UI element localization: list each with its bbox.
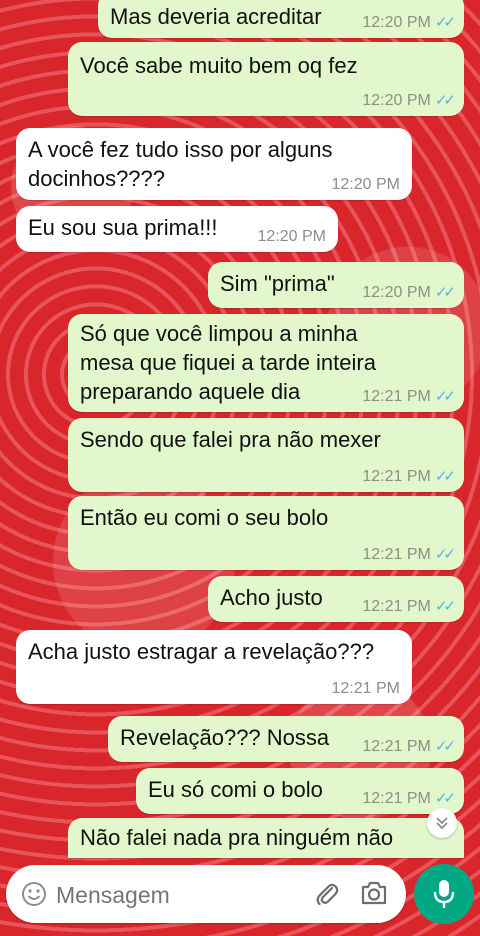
message-time: 12:21 PM	[362, 738, 431, 755]
message-input[interactable]	[54, 877, 308, 913]
message-text: Revelação??? Nossa	[120, 725, 330, 750]
read-receipt-icon: ✓✓	[434, 468, 456, 485]
message-time: 12:21 PM	[362, 468, 431, 485]
message-bubble-outgoing[interactable]: Mas deveria acreditar 12:20 PM ✓✓	[98, 0, 464, 38]
message-time: 12:21 PM	[331, 680, 400, 697]
message-bubble-outgoing[interactable]: Eu só comi o bolo 12:21 PM ✓✓	[136, 768, 464, 814]
message-time: 12:21 PM	[362, 598, 431, 615]
message-meta: 12:21 PM ✓✓	[362, 597, 456, 616]
message-time: 12:20 PM	[362, 14, 431, 31]
message-text: Sendo que falei pra não mexer	[80, 427, 381, 452]
read-receipt-icon: ✓✓	[434, 598, 456, 615]
read-receipt-icon: ✓✓	[434, 738, 456, 755]
message-bubble-outgoing[interactable]: Não falei nada pra ninguém não	[68, 818, 464, 858]
message-time: 12:20 PM	[362, 92, 431, 109]
double-chevron-down-icon	[436, 817, 448, 830]
message-text: Eu sou sua prima!!!	[28, 215, 218, 240]
message-line: A você fez tudo isso por alguns	[28, 137, 333, 162]
message-time: 12:21 PM	[362, 388, 431, 405]
message-meta: 12:21 PM ✓✓	[362, 545, 456, 564]
message-meta: 12:21 PM ✓✓	[362, 737, 456, 756]
message-composer	[6, 865, 406, 923]
message-text: Acho justo	[220, 585, 323, 610]
message-bubble-outgoing[interactable]: Você sabe muito bem oq fez 12:20 PM ✓✓	[68, 42, 464, 116]
message-bubble-incoming[interactable]: A você fez tudo isso por alguns docinhos…	[16, 128, 412, 200]
message-meta: 12:21 PM ✓✓	[362, 789, 456, 808]
message-line: Só que você limpou a minha	[80, 321, 358, 346]
message-meta: 12:21 PM ✓✓	[362, 467, 456, 486]
message-text: A você fez tudo isso por alguns docinhos…	[28, 135, 333, 193]
message-line: preparando aquele dia	[80, 379, 301, 404]
message-text: Você sabe muito bem oq fez	[80, 53, 358, 78]
message-bubble-outgoing[interactable]: Só que você limpou a minha mesa que fiqu…	[68, 314, 464, 412]
message-text: Sim "prima"	[220, 271, 335, 296]
read-receipt-icon: ✓✓	[434, 14, 456, 31]
camera-icon[interactable]	[360, 880, 388, 906]
message-bubble-incoming[interactable]: Acha justo estragar a revelação??? 12:21…	[16, 630, 412, 704]
message-bubble-outgoing[interactable]: Sendo que falei pra não mexer 12:21 PM ✓✓	[68, 418, 464, 492]
message-time: 12:20 PM	[257, 228, 326, 245]
message-meta: 12:20 PM ✓✓	[362, 91, 456, 110]
message-bubble-outgoing[interactable]: Revelação??? Nossa 12:21 PM ✓✓	[108, 716, 464, 762]
read-receipt-icon: ✓✓	[434, 790, 456, 807]
message-meta: 12:20 PM ✓✓	[362, 13, 456, 32]
message-line: docinhos????	[28, 166, 166, 191]
message-text: Só que você limpou a minha mesa que fiqu…	[80, 319, 376, 406]
message-meta: 12:20 PM ✓✓	[362, 283, 456, 302]
scroll-to-bottom-button[interactable]	[427, 808, 457, 838]
emoji-icon[interactable]	[21, 881, 47, 907]
message-meta: 12:21 PM ✓✓	[362, 387, 456, 406]
message-text: Mas deveria acreditar	[110, 4, 322, 29]
voice-record-button[interactable]	[414, 864, 474, 924]
message-bubble-incoming[interactable]: Eu sou sua prima!!! 12:20 PM	[16, 206, 338, 252]
message-text: Não falei nada pra ninguém não	[80, 825, 394, 850]
read-receipt-icon: ✓✓	[434, 388, 456, 405]
message-text: Eu só comi o bolo	[148, 777, 323, 802]
message-time: 12:20 PM	[362, 284, 431, 301]
message-bubble-outgoing[interactable]: Sim "prima" 12:20 PM ✓✓	[208, 262, 464, 308]
message-text: Então eu comi o seu bolo	[80, 505, 329, 530]
message-time: 12:21 PM	[362, 790, 431, 807]
message-bubble-outgoing[interactable]: Então eu comi o seu bolo 12:21 PM ✓✓	[68, 496, 464, 570]
read-receipt-icon: ✓✓	[434, 546, 456, 563]
mic-icon	[433, 880, 455, 908]
message-text: Acha justo estragar a revelação???	[28, 639, 375, 664]
paperclip-icon[interactable]	[314, 880, 340, 908]
read-receipt-icon: ✓✓	[434, 92, 456, 109]
message-line: mesa que fiquei a tarde inteira	[80, 350, 376, 375]
message-time: 12:21 PM	[362, 546, 431, 563]
read-receipt-icon: ✓✓	[434, 284, 456, 301]
message-bubble-outgoing[interactable]: Acho justo 12:21 PM ✓✓	[208, 576, 464, 622]
message-time: 12:20 PM	[331, 176, 400, 193]
